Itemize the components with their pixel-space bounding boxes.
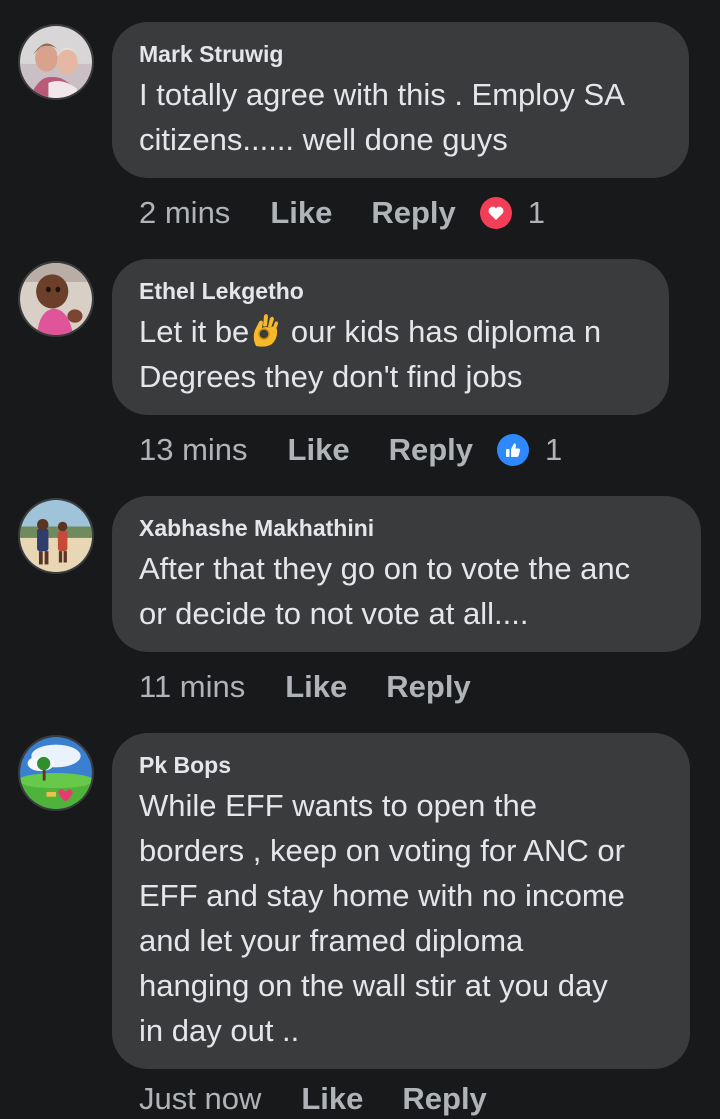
reaction-count: 1 [527,195,546,230]
like-button[interactable]: Like [301,1081,363,1117]
avatar[interactable] [18,261,94,337]
avatar-photo [20,26,92,98]
comment-text-line: While EFF wants to open the [139,788,538,823]
reaction-summary[interactable]: 1 [479,195,546,231]
reply-button[interactable]: Reply [386,669,470,705]
avatar-photo [20,500,92,572]
comment-meta: 13 mins Like Reply 1 [139,430,562,470]
comment-bubble: Ethel Lekgetho Let it be our kids has di… [112,259,669,415]
comment-text-line: Let it be our kids has diploma n [139,309,643,354]
reaction-count: 1 [545,432,563,467]
like-button[interactable]: Like [285,669,347,705]
avatar-photo [20,737,92,809]
like-reaction-icon [497,434,529,466]
comment-text-line: in day out .. [139,1013,300,1048]
comment-author[interactable]: Xabhashe Makhathini [139,514,675,542]
comment-bubble: Xabhashe Makhathini After that they go o… [112,496,701,652]
comment-text-segment: our kids has diploma n [282,314,602,349]
comment-bubble: Mark Struwig I totally agree with this .… [112,22,689,178]
comment-author[interactable]: Ethel Lekgetho [139,277,643,305]
comment-meta: Just now Like Reply [139,1079,526,1119]
avatar[interactable] [18,735,94,811]
comment-text: While EFF wants to open the borders , ke… [139,783,664,1053]
comment-text-line: and let your framed diploma [139,923,524,958]
reaction-summary[interactable]: 1 [497,432,562,468]
comment-text-line: After that they go on to vote the anc [139,551,631,586]
like-button[interactable]: Like [288,432,350,468]
reply-button[interactable]: Reply [371,195,455,231]
comment-text: I totally agree with this . Employ SA ci… [139,72,663,162]
comment-text-segment: Let it be [139,314,250,349]
comment-text-line: hanging on the wall stir at you day [139,968,608,1003]
avatar[interactable] [18,24,94,100]
reply-button[interactable]: Reply [402,1081,486,1117]
ok-hand-emoji-icon [250,312,280,348]
comment-text: After that they go on to vote the anc or… [139,546,675,636]
comment-author[interactable]: Pk Bops [139,751,664,779]
comment-text-line: EFF and stay home with no income [139,878,625,913]
comment-text-line: citizens...... well done guys [139,122,508,157]
avatar-photo [20,263,92,335]
comment-bubble: Pk Bops While EFF wants to open the bord… [112,733,690,1069]
comment-author[interactable]: Mark Struwig [139,40,663,68]
avatar[interactable] [18,498,94,574]
comment-text: Let it be our kids has diploma n Degrees… [139,309,643,399]
comment-timestamp[interactable]: 13 mins [139,432,248,468]
comment-meta: 2 mins Like Reply 1 [139,193,545,233]
comment-meta: 11 mins Like Reply [139,667,510,707]
comment-text-line: Degrees they don't find jobs [139,359,523,394]
reply-button[interactable]: Reply [389,432,473,468]
comment-text-line: I totally agree with this . Employ SA [139,77,625,112]
comment-timestamp[interactable]: 2 mins [139,195,230,231]
love-reaction-icon [479,197,512,229]
comment-text-line: borders , keep on voting for ANC or [139,833,625,868]
comment-timestamp[interactable]: 11 mins [139,669,245,705]
like-button[interactable]: Like [270,195,332,231]
comment-timestamp[interactable]: Just now [139,1081,261,1117]
comment-text-line: or decide to not vote at all.... [139,596,529,631]
